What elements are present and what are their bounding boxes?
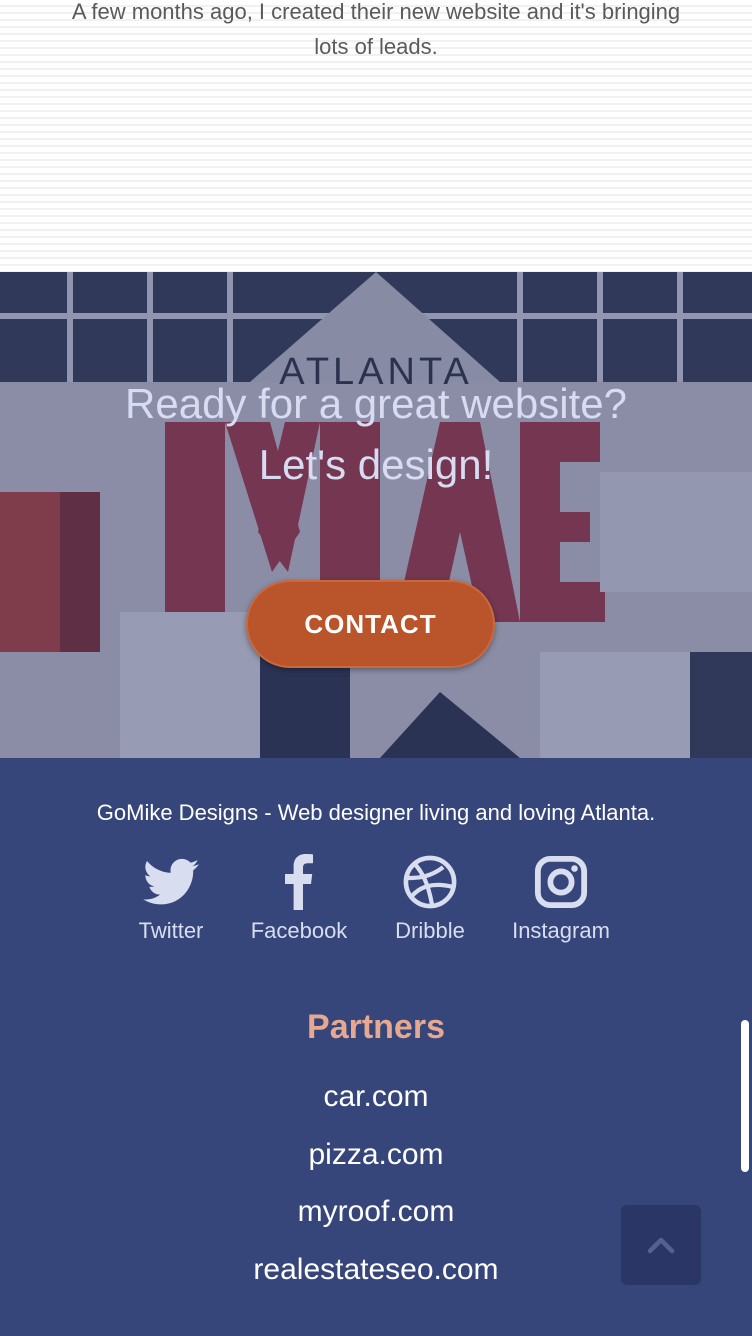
footer-tagline: GoMike Designs - Web designer living and… <box>96 800 656 825</box>
testimonial-text: A few months ago, I created their new we… <box>71 0 681 59</box>
dribbble-label: Dribble <box>395 918 465 943</box>
testimonial-section: A few months ago, I created their new we… <box>0 0 752 272</box>
dribbble-link[interactable]: Dribble <box>384 854 476 944</box>
chevron-up-icon <box>647 1237 675 1254</box>
cta-heading-line1: Ready for a great website? <box>125 380 627 427</box>
instagram-label: Instagram <box>512 918 610 943</box>
partner-link[interactable]: car.com <box>0 1080 752 1114</box>
twitter-label: Twitter <box>138 918 204 943</box>
instagram-icon <box>534 855 588 909</box>
scrollbar-thumb[interactable] <box>741 1020 749 1172</box>
twitter-icon <box>143 858 199 905</box>
facebook-icon <box>285 854 313 910</box>
facebook-label: Facebook <box>250 918 348 943</box>
twitter-link[interactable]: Twitter <box>126 854 216 944</box>
contact-button[interactable]: CONTACT <box>246 580 495 668</box>
back-to-top-button[interactable] <box>621 1205 701 1285</box>
facebook-link[interactable]: Facebook <box>239 854 359 944</box>
dribbble-icon <box>403 855 457 909</box>
instagram-link[interactable]: Instagram <box>500 854 622 944</box>
hero-overlay <box>0 272 752 758</box>
partners-heading: Partners <box>307 1008 445 1046</box>
cta-heading-line2: Let's design! <box>258 441 494 488</box>
partner-link[interactable]: pizza.com <box>0 1138 752 1172</box>
cta-hero: ATLANTA Ready for a great website? Let's… <box>0 272 752 758</box>
